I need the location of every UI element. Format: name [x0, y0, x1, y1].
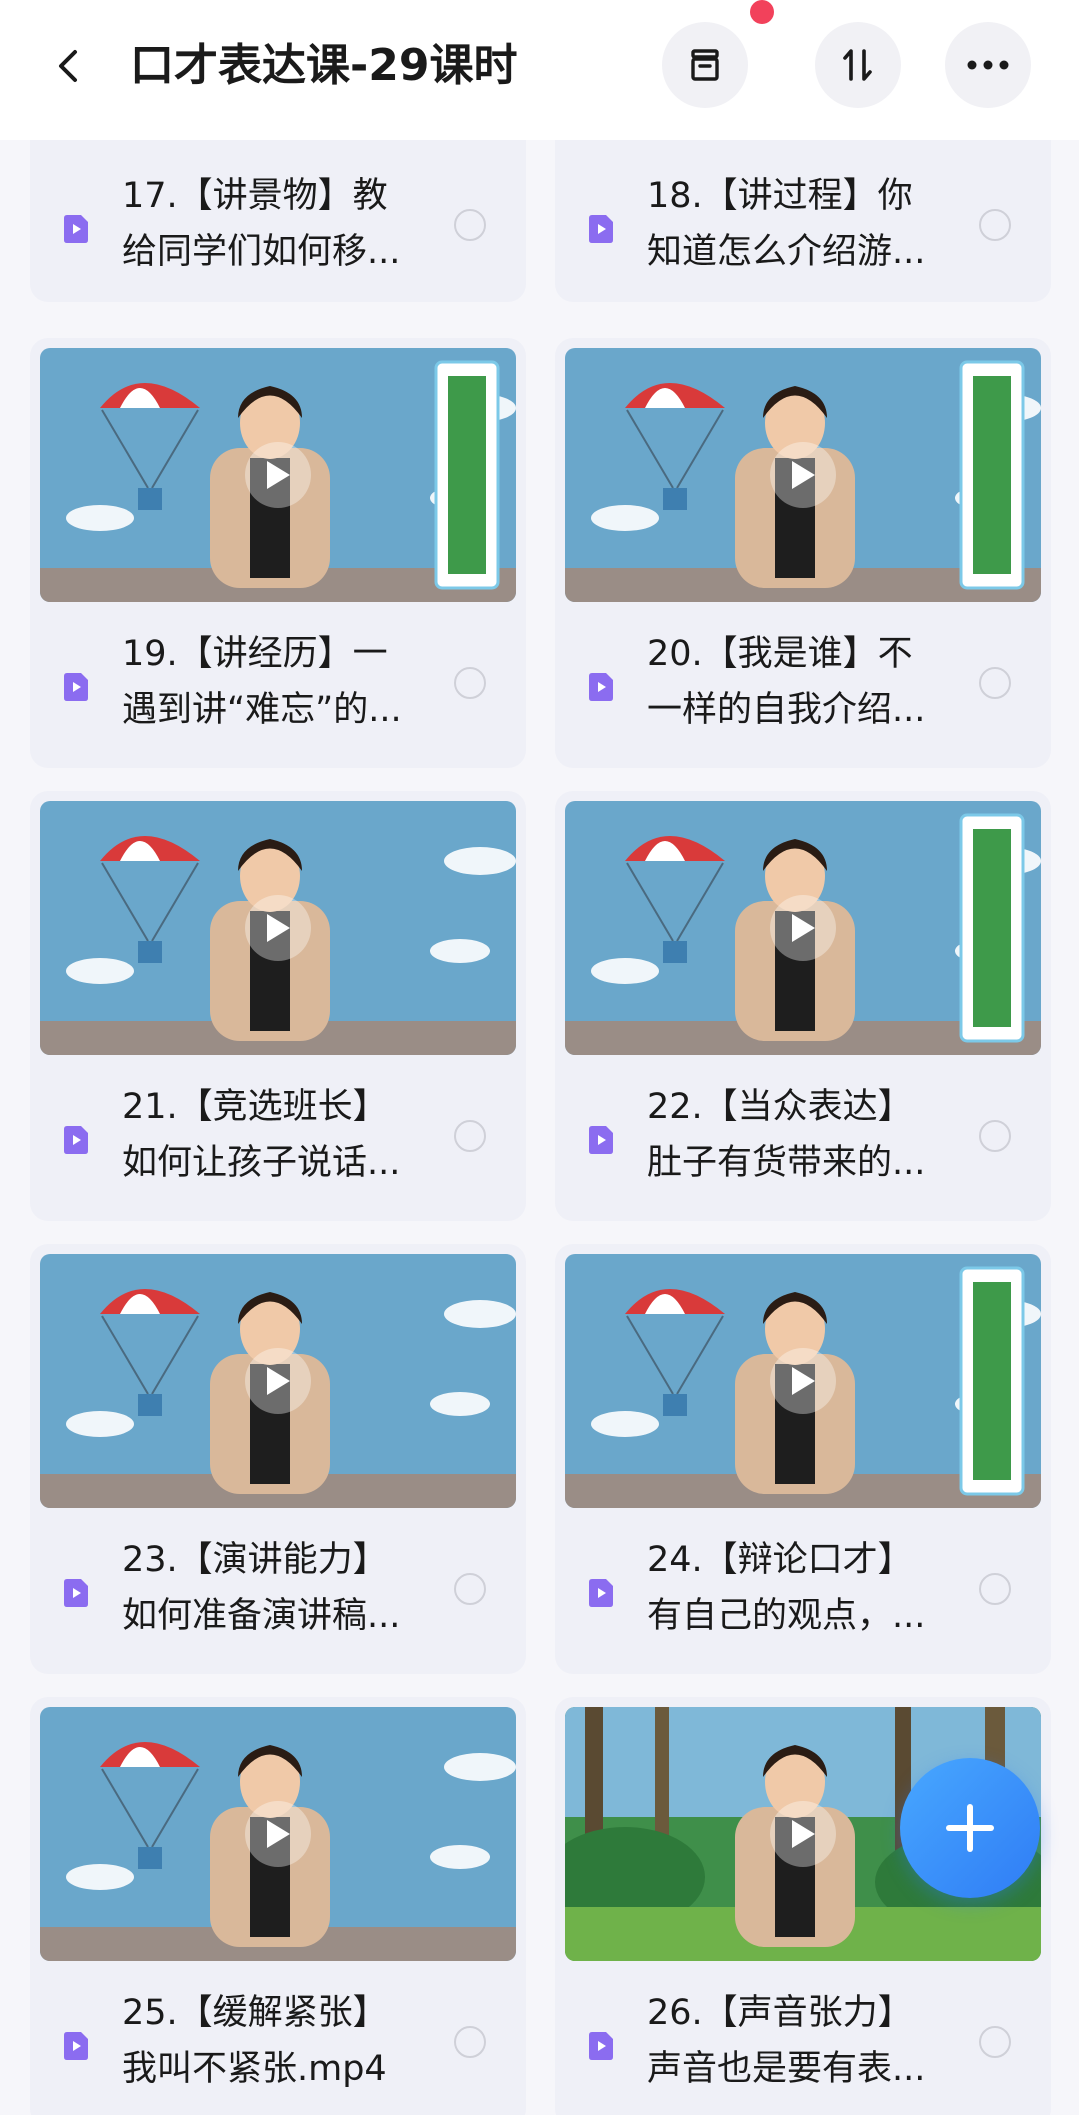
- video-file-icon: [62, 1125, 90, 1155]
- video-card[interactable]: 21.【竞选班长】 如何让孩子说话...: [30, 791, 526, 1221]
- back-button[interactable]: [40, 36, 100, 96]
- video-info: 24.【辩论口才】 有自己的观点，...: [555, 1516, 1051, 1666]
- sort-button[interactable]: [815, 22, 901, 108]
- video-title-line2: 给同学们如何移...: [122, 232, 401, 272]
- video-info: 25.【缓解紧张】 我叫不紧张.mp4: [30, 1969, 526, 2115]
- page-title: 口才表达课-29课时: [130, 40, 518, 91]
- video-title: 26.【声音张力】 声音也是要有表...: [647, 1985, 987, 2097]
- video-title-line1: 19.【讲经历】一: [122, 634, 388, 674]
- video-title: 20.【我是谁】不 一样的自我介绍...: [647, 626, 987, 738]
- video-file-icon: [62, 672, 90, 702]
- archive-box-icon: [691, 49, 719, 81]
- video-card[interactable]: 20.【我是谁】不 一样的自我介绍...: [555, 338, 1051, 768]
- plus-icon: [946, 1804, 994, 1852]
- notification-dot: [750, 0, 774, 24]
- add-button[interactable]: [900, 1758, 1040, 1898]
- sort-arrows-icon: [843, 49, 872, 81]
- video-file-icon: [587, 214, 615, 244]
- video-card[interactable]: 25.【缓解紧张】 我叫不紧张.mp4: [30, 1697, 526, 2115]
- video-title-line1: 20.【我是谁】不: [647, 634, 913, 674]
- video-info: 22.【当众表达】 肚子有货带来的...: [555, 1063, 1051, 1213]
- video-title: 18.【讲过程】你 知道怎么介绍游...: [647, 168, 987, 280]
- select-radio[interactable]: [454, 667, 486, 699]
- select-radio[interactable]: [979, 667, 1011, 699]
- video-title-line2: 遇到讲“难忘”的...: [122, 690, 402, 730]
- play-icon[interactable]: [770, 442, 836, 508]
- video-thumbnail[interactable]: [565, 348, 1041, 602]
- video-title-line2: 一样的自我介绍...: [647, 690, 926, 730]
- video-file-icon: [587, 2031, 615, 2061]
- video-file-icon: [62, 214, 90, 244]
- select-radio[interactable]: [454, 1573, 486, 1605]
- video-title: 23.【演讲能力】 如何准备演讲稿...: [122, 1532, 462, 1644]
- video-file-icon: [62, 2031, 90, 2061]
- video-title-line1: 22.【当众表达】: [647, 1087, 913, 1127]
- video-card[interactable]: 23.【演讲能力】 如何准备演讲稿...: [30, 1244, 526, 1674]
- video-title-line1: 24.【辩论口才】: [647, 1540, 913, 1580]
- video-info: 20.【我是谁】不 一样的自我介绍...: [555, 610, 1051, 760]
- video-title-line1: 25.【缓解紧张】: [122, 1993, 388, 2033]
- play-icon[interactable]: [245, 1348, 311, 1414]
- video-thumbnail[interactable]: [565, 1254, 1041, 1508]
- video-title: 21.【竞选班长】 如何让孩子说话...: [122, 1079, 462, 1191]
- video-file-icon: [587, 672, 615, 702]
- select-radio[interactable]: [454, 1120, 486, 1152]
- video-file-icon: [587, 1125, 615, 1155]
- video-title: 17.【讲景物】教 给同学们如何移...: [122, 168, 462, 280]
- video-title-line1: 23.【演讲能力】: [122, 1540, 388, 1580]
- video-card[interactable]: 22.【当众表达】 肚子有货带来的...: [555, 791, 1051, 1221]
- video-title-line2: 声音也是要有表...: [647, 2049, 926, 2089]
- video-info: 17.【讲景物】教 给同学们如何移...: [30, 152, 526, 302]
- play-icon[interactable]: [245, 442, 311, 508]
- video-thumbnail[interactable]: [565, 801, 1041, 1055]
- video-thumbnail[interactable]: [40, 801, 516, 1055]
- video-title-line1: 17.【讲景物】教: [122, 176, 388, 216]
- video-info: 26.【声音张力】 声音也是要有表...: [555, 1969, 1051, 2115]
- video-thumbnail[interactable]: [40, 348, 516, 602]
- select-radio[interactable]: [979, 1120, 1011, 1152]
- play-icon[interactable]: [245, 1801, 311, 1867]
- video-title: 19.【讲经历】一 遇到讲“难忘”的...: [122, 626, 462, 738]
- play-icon[interactable]: [770, 895, 836, 961]
- select-radio[interactable]: [454, 2026, 486, 2058]
- top-bar: 口才表达课-29课时: [0, 0, 1079, 140]
- video-title-line1: 26.【声音张力】: [647, 1993, 913, 2033]
- video-title-line2: 我叫不紧张.mp4: [122, 2049, 387, 2089]
- select-radio[interactable]: [454, 209, 486, 241]
- video-info: 18.【讲过程】你 知道怎么介绍游...: [555, 152, 1051, 302]
- play-icon[interactable]: [770, 1348, 836, 1414]
- video-title-line1: 18.【讲过程】你: [647, 176, 913, 216]
- chevron-left-icon: [59, 50, 77, 82]
- more-dots-icon: [967, 60, 1009, 70]
- play-icon[interactable]: [245, 895, 311, 961]
- video-thumbnail[interactable]: [40, 1254, 516, 1508]
- video-info: 23.【演讲能力】 如何准备演讲稿...: [30, 1516, 526, 1666]
- video-title-line2: 如何让孩子说话...: [122, 1143, 401, 1183]
- video-title-line2: 肚子有货带来的...: [647, 1143, 926, 1183]
- more-button[interactable]: [945, 22, 1031, 108]
- video-file-icon: [587, 1578, 615, 1608]
- video-title-line1: 21.【竞选班长】: [122, 1087, 388, 1127]
- video-title-line2: 有自己的观点，...: [647, 1596, 926, 1636]
- video-title-line2: 知道怎么介绍游...: [647, 232, 926, 272]
- select-radio[interactable]: [979, 1573, 1011, 1605]
- video-file-icon: [62, 1578, 90, 1608]
- video-info: 19.【讲经历】一 遇到讲“难忘”的...: [30, 610, 526, 760]
- video-card[interactable]: 19.【讲经历】一 遇到讲“难忘”的...: [30, 338, 526, 768]
- video-title: 22.【当众表达】 肚子有货带来的...: [647, 1079, 987, 1191]
- video-title: 25.【缓解紧张】 我叫不紧张.mp4: [122, 1985, 462, 2097]
- video-card[interactable]: 24.【辩论口才】 有自己的观点，...: [555, 1244, 1051, 1674]
- archive-button[interactable]: [662, 22, 748, 108]
- video-title: 24.【辩论口才】 有自己的观点，...: [647, 1532, 987, 1644]
- video-thumbnail[interactable]: [40, 1707, 516, 1961]
- select-radio[interactable]: [979, 209, 1011, 241]
- select-radio[interactable]: [979, 2026, 1011, 2058]
- video-title-line2: 如何准备演讲稿...: [122, 1596, 401, 1636]
- play-icon[interactable]: [770, 1801, 836, 1867]
- video-info: 21.【竞选班长】 如何让孩子说话...: [30, 1063, 526, 1213]
